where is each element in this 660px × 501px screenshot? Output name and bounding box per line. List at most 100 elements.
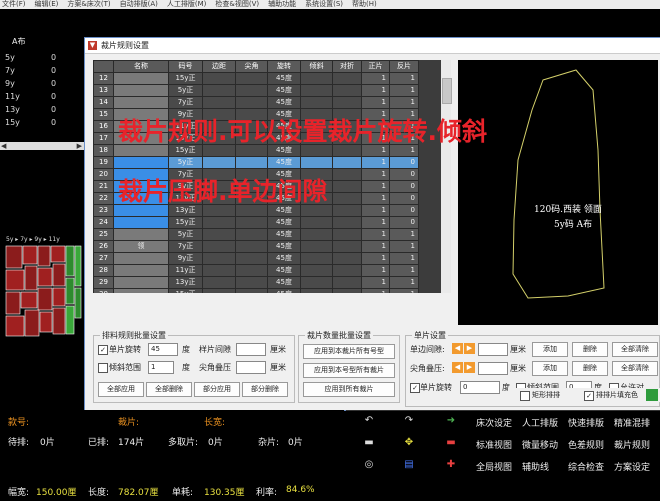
size-cell[interactable]: 7y正 — [168, 240, 203, 253]
rect-layout-checkbox[interactable] — [520, 391, 530, 401]
grid-row[interactable]: 13 5y正 45度 1 1 — [93, 84, 419, 97]
tip-cell[interactable] — [235, 228, 268, 241]
piece-name-cell[interactable] — [113, 264, 169, 277]
positive-count-cell[interactable]: 1 — [361, 96, 390, 109]
tip-cell[interactable] — [235, 156, 268, 169]
toolbar-btn[interactable]: 微量移动 — [522, 438, 558, 451]
menu-edit[interactable]: 编辑(E) — [33, 0, 66, 8]
piece-name-cell[interactable] — [113, 84, 169, 97]
size-row[interactable]: 13y 0 — [5, 105, 65, 116]
row-number[interactable]: 17 — [93, 132, 114, 145]
piece-name-cell[interactable] — [113, 156, 169, 169]
positive-count-cell[interactable]: 1 — [361, 228, 390, 241]
fold-cell[interactable] — [332, 156, 362, 169]
grid-row[interactable]: 26 领 7y正 45度 1 1 — [93, 240, 419, 253]
negative-count-cell[interactable]: 1 — [389, 288, 419, 293]
tilt-cell[interactable] — [300, 72, 333, 85]
size-cell[interactable]: 13y正 — [168, 276, 203, 289]
delete-part-button[interactable]: 部分删除 — [242, 382, 288, 397]
row-number[interactable]: 28 — [93, 264, 114, 277]
rotate-cell[interactable]: 45度 — [267, 288, 301, 293]
grid-row[interactable]: 12 15y正 45度 1 1 — [93, 72, 419, 85]
negative-count-cell[interactable]: 1 — [389, 252, 419, 265]
toolbar-btn[interactable]: 裁片规则 — [614, 438, 650, 451]
toolbar-btn[interactable]: 快速排版 — [568, 416, 604, 429]
row-number[interactable]: 19 — [93, 156, 114, 169]
grid-row[interactable]: 27 9y正 45度 1 1 — [93, 252, 419, 265]
tilt-cell[interactable] — [300, 228, 333, 241]
rotate-cell[interactable]: 45度 — [267, 252, 301, 265]
negative-count-cell[interactable]: 1 — [389, 276, 419, 289]
column-header[interactable]: 旋转 — [267, 60, 301, 73]
tilt-cell[interactable] — [300, 156, 333, 169]
clear-all-overlap-button[interactable]: 全部清除 — [612, 361, 658, 376]
negative-count-cell[interactable]: 1 — [389, 240, 419, 253]
negative-count-cell[interactable]: 0 — [389, 216, 419, 229]
fold-cell[interactable] — [332, 240, 362, 253]
grid-row[interactable]: 19 5y正 45度 1 0 — [93, 156, 419, 169]
fold-cell[interactable] — [332, 192, 362, 205]
fold-cell[interactable] — [332, 264, 362, 277]
size-row[interactable]: 11y 0 — [5, 92, 65, 103]
tip-cell[interactable] — [235, 72, 268, 85]
tip-overlap-input[interactable] — [478, 362, 508, 375]
negative-count-cell[interactable]: 0 — [389, 204, 419, 217]
grid-row[interactable]: 30 15y正 45度 11 — [93, 288, 419, 293]
fold-cell[interactable] — [332, 288, 362, 293]
toolbar-btn[interactable]: 方案设定 — [614, 460, 650, 473]
piece-name-cell[interactable] — [113, 228, 169, 241]
fold-cell[interactable] — [332, 252, 362, 265]
dialog-titlebar[interactable]: ▼ 裁片规则设置 — [85, 38, 660, 54]
tip-cell[interactable] — [235, 264, 268, 277]
size-cell[interactable]: 9y正 — [168, 252, 203, 265]
piece-name-cell[interactable] — [113, 96, 169, 109]
scroll-left-icon[interactable]: ◀ — [1, 142, 6, 150]
size-row[interactable]: 5y 0 — [5, 53, 65, 64]
tilt-cell[interactable] — [300, 96, 333, 109]
menu-view[interactable]: 检查&视图(V) — [213, 0, 266, 8]
negative-count-cell[interactable]: 0 — [389, 180, 419, 193]
margin-cell[interactable] — [202, 288, 236, 293]
grid-row[interactable]: 14 7y正 45度 1 1 — [93, 96, 419, 109]
size-cell[interactable]: 5y正 — [168, 84, 203, 97]
fold-cell[interactable] — [332, 84, 362, 97]
row-number[interactable]: 15 — [93, 108, 114, 121]
fold-cell[interactable] — [332, 216, 362, 229]
row-number[interactable]: 16 — [93, 120, 114, 133]
apply-to-piece-sizes-button[interactable]: 应用到本裁片所有号型 — [303, 344, 395, 359]
column-header[interactable]: 正片 — [361, 60, 390, 73]
tilt-range-input[interactable]: 1 — [148, 361, 174, 374]
row-number[interactable]: 18 — [93, 144, 114, 157]
tilt-range-checkbox[interactable] — [98, 363, 108, 373]
margin-cell[interactable] — [202, 228, 236, 241]
negative-count-cell[interactable]: 1 — [389, 264, 419, 277]
arrow-right-icon[interactable]: ▶ — [464, 343, 475, 354]
row-number[interactable]: 29 — [93, 276, 114, 289]
fold-cell[interactable] — [332, 72, 362, 85]
check-icon[interactable]: ✚ — [438, 457, 464, 473]
row-number[interactable]: 22 — [93, 192, 114, 205]
size-cell[interactable]: 5y正 — [168, 156, 203, 169]
tilt-cell[interactable] — [300, 252, 333, 265]
toolbar-btn[interactable]: 床次设定 — [476, 416, 512, 429]
column-header[interactable]: 边距 — [202, 60, 236, 73]
fold-cell[interactable] — [332, 180, 362, 193]
tilt-cell[interactable] — [300, 216, 333, 229]
positive-count-cell[interactable]: 1 — [361, 204, 390, 217]
add-gap-button[interactable]: 添加 — [532, 342, 568, 357]
row-number[interactable]: 24 — [93, 216, 114, 229]
margin-cell[interactable] — [202, 84, 236, 97]
positive-count-cell[interactable]: 1 — [361, 216, 390, 229]
marker-thumbnail[interactable] — [4, 240, 82, 340]
margin-cell[interactable] — [202, 216, 236, 229]
apply-to-all-pieces-button[interactable]: 应用到所有裁片 — [303, 382, 395, 397]
column-header[interactable]: 码号 — [168, 60, 203, 73]
column-header[interactable]: 名称 — [113, 60, 169, 73]
grid-vertical-scrollbar[interactable] — [441, 60, 452, 293]
size-cell[interactable]: 15y正 — [168, 288, 203, 293]
single-gap-input[interactable] — [478, 343, 508, 356]
grid-row[interactable]: 24 15y正 45度 1 0 — [93, 216, 419, 229]
arrow-left-icon[interactable]: ◀ — [452, 343, 463, 354]
positive-count-cell[interactable]: 1 — [361, 240, 390, 253]
tilt-cell[interactable] — [300, 276, 333, 289]
